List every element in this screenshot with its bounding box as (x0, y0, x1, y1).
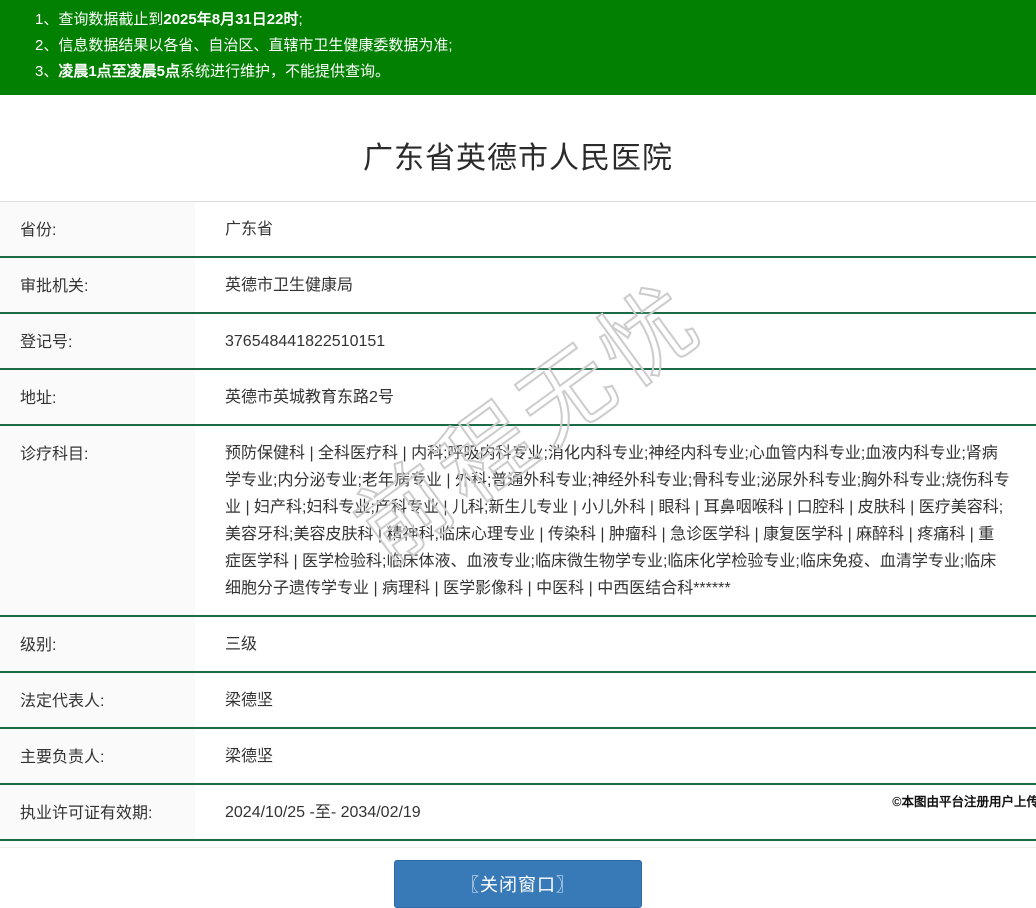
row-label: 地址: (0, 370, 195, 424)
close-window-button[interactable]: 〖关闭窗口〗 (394, 860, 642, 908)
notice-line: 2、信息数据结果以各省、自治区、直辖市卫生健康委数据为准; (35, 33, 1026, 59)
notice-text-segment: ; (298, 11, 302, 28)
row-label: 审批机关: (0, 258, 195, 312)
table-row: 级别:三级 (0, 617, 1036, 673)
row-value: 梁德坚 (195, 673, 1036, 727)
notice-text-segment: 信息数据结果以各省、自治区、直辖市卫生健康委数据为准; (58, 37, 452, 54)
upload-attribution-note: ©本图由平台注册用户上传 (892, 791, 1036, 810)
row-label: 级别: (0, 617, 195, 671)
notice-text-segment: 凌晨1点至凌晨5点 (58, 63, 180, 80)
row-value: 广东省 (195, 202, 1036, 256)
row-value: 预防保健科 | 全科医疗科 | 内科;呼吸内科专业;消化内科专业;神经内科专业;… (195, 426, 1036, 615)
row-label: 登记号: (0, 314, 195, 368)
row-label: 主要负责人: (0, 729, 195, 783)
hospital-info-table: 省份:广东省审批机关:英德市卫生健康局登记号:37654844182251015… (0, 201, 1036, 841)
table-row: 地址:英德市英城教育东路2号 (0, 370, 1036, 426)
notice-line: 3、凌晨1点至凌晨5点系统进行维护，不能提供查询。 (35, 59, 1026, 85)
row-value: 三级 (195, 617, 1036, 671)
notice-number: 1、 (35, 11, 58, 28)
table-bottom-divider (0, 841, 1036, 848)
row-label: 省份: (0, 202, 195, 256)
row-label: 执业许可证有效期: (0, 785, 195, 839)
page-title: 广东省英德市人民医院 (0, 95, 1036, 201)
table-row: 审批机关:英德市卫生健康局 (0, 258, 1036, 314)
notice-banner: 1、查询数据截止到2025年8月31日22时;2、信息数据结果以各省、自治区、直… (0, 0, 1036, 95)
row-value: 376548441822510151 (195, 314, 1036, 368)
table-row: 主要负责人:梁德坚 (0, 729, 1036, 785)
table-row: 诊疗科目:预防保健科 | 全科医疗科 | 内科;呼吸内科专业;消化内科专业;神经… (0, 426, 1036, 617)
notice-text-segment: 系统进行维护，不能提供查询。 (180, 63, 390, 80)
notice-number: 2、 (35, 37, 58, 54)
notice-text-segment: 2025年8月31日22时 (163, 11, 298, 28)
row-value: 英德市英城教育东路2号 (195, 370, 1036, 424)
row-value: 英德市卫生健康局 (195, 258, 1036, 312)
table-row: 省份:广东省 (0, 202, 1036, 258)
notice-text-segment: 查询数据截止到 (58, 11, 163, 28)
notice-number: 3、 (35, 63, 58, 80)
row-label: 法定代表人: (0, 673, 195, 727)
table-row: 登记号:376548441822510151 (0, 314, 1036, 370)
footer-area: 〖关闭窗口〗 (0, 848, 1036, 908)
notice-line: 1、查询数据截止到2025年8月31日22时; (35, 7, 1026, 33)
row-value: 梁德坚 (195, 729, 1036, 783)
row-label: 诊疗科目: (0, 426, 195, 615)
table-row: 执业许可证有效期:2024/10/25 -至- 2034/02/19 (0, 785, 1036, 841)
table-row: 法定代表人:梁德坚 (0, 673, 1036, 729)
